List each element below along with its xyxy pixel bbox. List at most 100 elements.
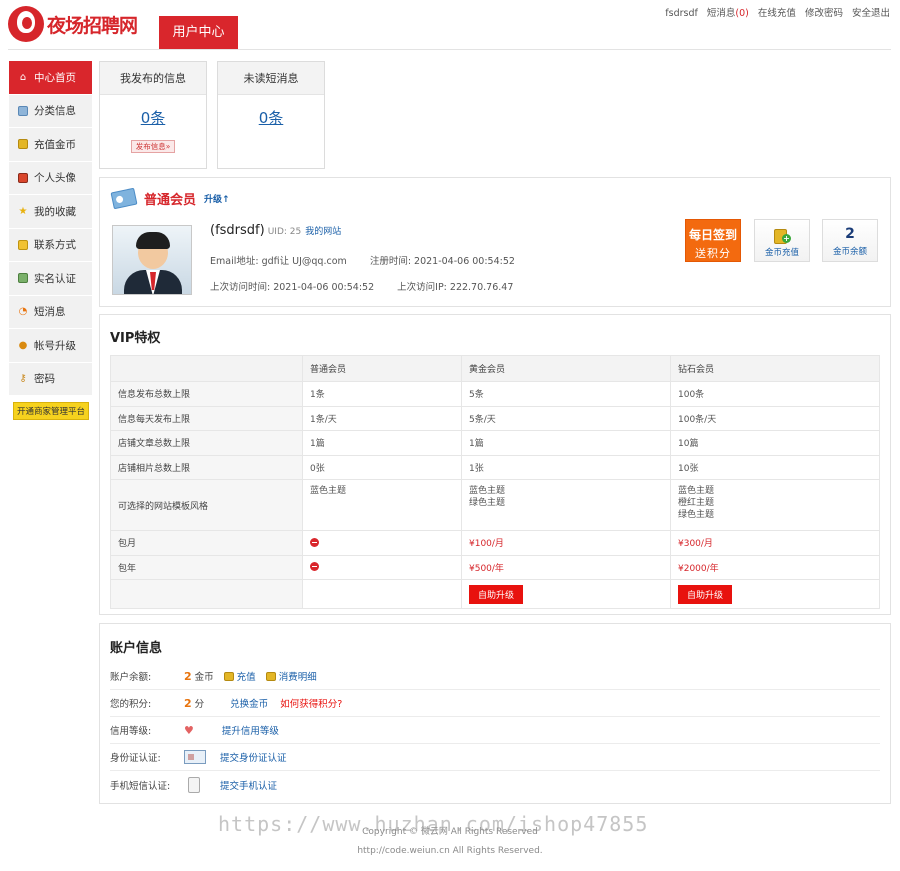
sidebar-item-favorites[interactable]: ★ 我的收藏: [9, 195, 92, 229]
table-cell: 1条/天: [302, 405, 462, 431]
table-row-theme: 可选择的网站模板风格 蓝色主题 蓝色主题 绿色主题 蓝色主题 橙红主题 绿色主题: [110, 479, 880, 531]
coin-balance-tile[interactable]: 2 金币余额: [822, 219, 878, 262]
sidebar-item-contact[interactable]: 联系方式: [9, 228, 92, 262]
username-link[interactable]: fsdrsdf: [665, 8, 698, 19]
table-row-yearly: 包年 ¥500/年 ¥2000/年: [110, 554, 880, 580]
upgrade-link[interactable]: 升级↑: [204, 192, 230, 205]
avatar[interactable]: [112, 225, 192, 295]
vip-title: VIP特权: [110, 331, 161, 346]
diamond-upgrade-button[interactable]: 自助升级: [678, 584, 733, 604]
table-cell: ¥500/年: [461, 554, 671, 580]
sidebar-item-upgrade[interactable]: ● 帐号升级: [9, 329, 92, 363]
user-center-tab[interactable]: 用户中心: [159, 16, 238, 49]
header-divider: [8, 49, 891, 50]
sidebar-item-label: 个人头像: [34, 172, 76, 185]
recharge-link[interactable]: 在线充值: [758, 8, 796, 19]
sidebar-item-label: 中心首页: [34, 71, 76, 84]
sms-verify-row: 手机短信认证: 提交手机认证: [110, 771, 880, 798]
footer: Copyright © 微云网 All Rights Reserved http…: [0, 814, 900, 857]
sidebar-item-home[interactable]: ⌂ 中心首页: [9, 61, 92, 95]
logout-link[interactable]: 安全退出: [852, 8, 890, 19]
row-label: 可选择的网站模板风格: [110, 479, 303, 531]
table-row: 店铺相片总数上限 0张 1张 10张: [110, 454, 880, 480]
unread-messages-count[interactable]: 0条: [218, 107, 324, 128]
published-info-count[interactable]: 0条: [100, 107, 206, 128]
recharge-link[interactable]: 充值: [237, 669, 256, 683]
coin-recharge-icon: [773, 225, 791, 244]
coin-balance-value: 2: [845, 226, 855, 242]
unread-messages-title: 未读短消息: [218, 62, 324, 95]
messages-count: (0): [735, 8, 749, 19]
table-header-cell: [110, 355, 303, 382]
consumption-link[interactable]: 消费明细: [279, 669, 317, 683]
row-label: 信息每天发布上限: [110, 405, 303, 431]
sidebar-item-classified[interactable]: 分类信息: [9, 94, 92, 128]
table-cell: ¥100/月: [461, 530, 671, 556]
watermark: https://www.huzhan.com/ishop47855: [218, 812, 649, 836]
sidebar-item-label: 充值金币: [34, 138, 76, 151]
merchant-platform-button[interactable]: 开通商家管理平台: [13, 402, 90, 420]
daily-sign-in-button[interactable]: 每日签到 送积分: [685, 219, 741, 262]
sidebar-item-avatar[interactable]: 个人头像: [9, 161, 92, 195]
table-cell: [302, 554, 462, 580]
row-label: 店铺相片总数上限: [110, 454, 303, 480]
table-header-cell: 钻石会员: [670, 355, 880, 382]
my-site-link[interactable]: 我的网站: [305, 227, 341, 237]
table-cell: 1篇: [302, 430, 462, 456]
messages-link[interactable]: 短消息(0): [707, 8, 749, 19]
table-header-cell: 普通会员: [302, 355, 462, 382]
user-icon: ●: [18, 339, 28, 351]
site-logo[interactable]: 夜场招聘网: [8, 5, 148, 43]
contact-icon: [17, 239, 29, 251]
row-label: 信息发布总数上限: [110, 381, 303, 407]
submit-sms-link[interactable]: 提交手机认证: [220, 778, 277, 792]
improve-credit-link[interactable]: 提升信用等级: [222, 723, 279, 737]
coin-balance-label: 金币余额: [832, 247, 867, 257]
sidebar-item-password[interactable]: ⚷ 密码: [9, 362, 92, 396]
gold-upgrade-button[interactable]: 自助升级: [469, 584, 524, 604]
table-cell: 5条/天: [461, 405, 671, 431]
sidebar-item-recharge[interactable]: 充值金币: [9, 128, 92, 162]
submit-id-link[interactable]: 提交身份证认证: [220, 750, 287, 764]
unread-messages-box: 未读短消息 0条: [217, 61, 325, 169]
sidebar: ⌂ 中心首页 分类信息 充值金币 个人头像 ★ 我的收藏 联系方式 实名认证 ◔…: [9, 61, 92, 420]
sidebar-item-verify[interactable]: 实名认证: [9, 262, 92, 296]
how-points-link[interactable]: 如何获得积分?: [280, 696, 342, 710]
id-verify-row: 身份证认证: 提交身份证认证: [110, 744, 880, 771]
member-level-header: 普通会员 升级↑: [110, 187, 230, 210]
table-cell: ¥300/月: [670, 530, 880, 556]
sidebar-item-label: 实名认证: [34, 272, 76, 285]
change-password-link[interactable]: 修改密码: [805, 8, 843, 19]
sidebar-item-messages[interactable]: ◔ 短消息: [9, 295, 92, 329]
sidebar-item-label: 联系方式: [34, 239, 76, 252]
logo-icon: [8, 6, 44, 42]
member-card-icon: [110, 187, 138, 210]
sidebar-item-label: 帐号升级: [34, 339, 76, 352]
table-cell: [302, 530, 462, 556]
phone-icon: [188, 776, 200, 793]
chat-icon: ◔: [18, 306, 28, 318]
sidebar-item-label: 密码: [34, 373, 55, 386]
member-email: Email地址: gdfi让 UJ@qq.com: [210, 256, 347, 267]
unavailable-icon: [310, 562, 319, 572]
table-cell: 1条: [302, 381, 462, 407]
published-info-title: 我发布的信息: [100, 62, 206, 95]
table-cell: 100条: [670, 381, 880, 407]
table-cell: 10张: [670, 454, 880, 480]
edit-icon: [17, 105, 29, 117]
table-cell: 1张: [461, 454, 671, 480]
table-cell: 蓝色主题: [302, 479, 462, 531]
table-cell: ¥2000/年: [670, 554, 880, 580]
table-cell: 蓝色主题 橙红主题 绿色主题: [670, 479, 880, 531]
recharge-icon: [223, 671, 234, 681]
table-row: 信息发布总数上限 1条 5条 100条: [110, 381, 880, 407]
publish-info-button[interactable]: 发布信息»: [131, 140, 175, 153]
vip-table: 普通会员 黄金会员 钻石会员 信息发布总数上限 1条 5条 100条 信息每天发…: [110, 355, 880, 609]
coin-recharge-button[interactable]: 金币充值: [754, 219, 810, 262]
header: 夜场招聘网 用户中心 fsdrsdf 短消息(0) 在线充值 修改密码 安全退出: [0, 0, 900, 50]
logo-text: 夜场招聘网: [47, 14, 138, 37]
unavailable-icon: [310, 537, 319, 547]
exchange-coins-link[interactable]: 兑换金币: [230, 696, 268, 710]
balance-row: 账户余额: 2 金币 充值 消费明细: [110, 663, 880, 690]
key-icon: ⚷: [19, 373, 27, 385]
